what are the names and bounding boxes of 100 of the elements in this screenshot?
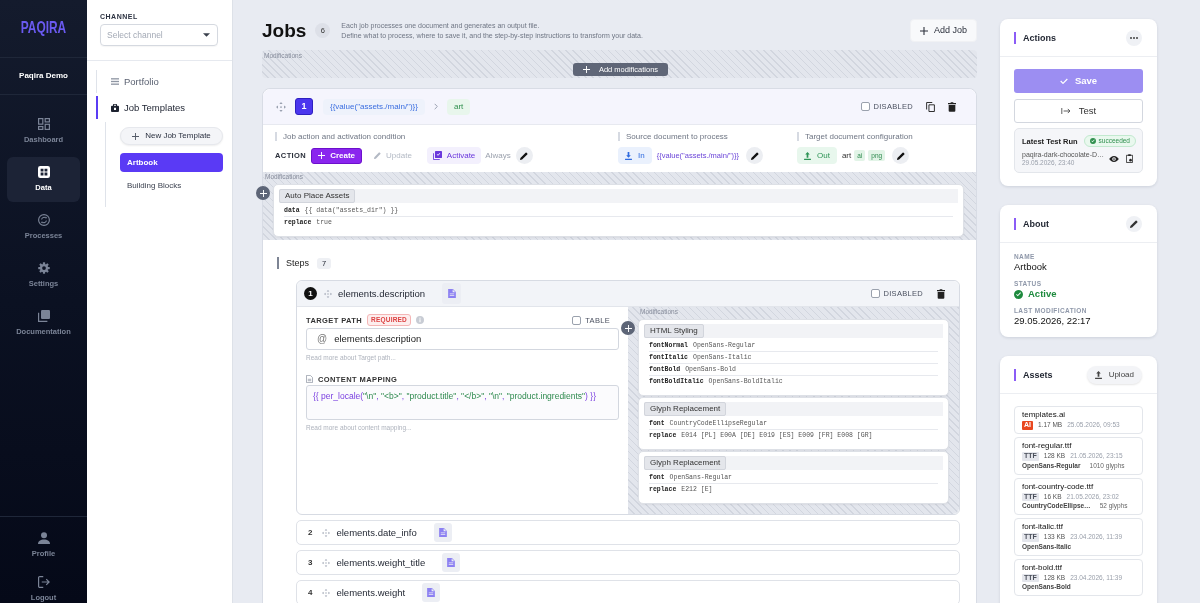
section-title: Job action and activation condition (275, 132, 618, 141)
section-title: Source document to process (618, 132, 797, 141)
briefcase-icon (111, 103, 119, 112)
document-icon (447, 558, 456, 567)
tree-item[interactable]: Portfolio (96, 70, 232, 93)
table-icon (37, 166, 50, 178)
copy-icon[interactable] (926, 101, 935, 112)
step-row[interactable]: 2 elements.date_info (296, 520, 960, 545)
file-name: templates.ai (1022, 410, 1067, 420)
test-button[interactable]: Test (1014, 99, 1143, 123)
edit-button[interactable] (892, 147, 910, 164)
mapping-button[interactable] (422, 583, 441, 602)
step-row[interactable]: 3 elements.weight_title (296, 550, 960, 575)
mapping-button[interactable] (442, 553, 461, 572)
document-icon (438, 528, 447, 537)
refresh-icon (37, 214, 50, 226)
target-name: art (841, 150, 852, 161)
modification-tag: HTML Styling (644, 324, 704, 338)
check-square-icon (432, 151, 442, 160)
settings-icon (37, 262, 50, 274)
step-name: elements.date_info (336, 526, 417, 539)
add-job-button[interactable]: Add Job (909, 19, 977, 42)
activate-toggle[interactable]: Activate (426, 147, 482, 164)
upload-icon (804, 151, 811, 160)
plus-icon (582, 66, 590, 73)
file-name: font-bold.ttf (1022, 562, 1064, 572)
logout-icon (37, 576, 50, 588)
modification-tag: Glyph Replacement (644, 456, 727, 470)
step-number: 3 (308, 557, 313, 568)
eye-icon[interactable] (1109, 155, 1119, 162)
section-title: Target document configuration (797, 132, 964, 141)
step-number: 1 (304, 287, 317, 300)
plus-icon (259, 189, 267, 197)
more-button[interactable] (1126, 29, 1142, 46)
template-item[interactable]: Artbook (120, 153, 223, 172)
input-button[interactable]: In (618, 147, 652, 164)
mapping-button[interactable] (442, 283, 462, 304)
target-path-field[interactable]: @ elements.description (306, 328, 619, 350)
upload-button[interactable]: Upload (1086, 365, 1142, 384)
plus-icon (318, 152, 326, 159)
plus-icon (132, 132, 140, 140)
step-number: 4 (308, 587, 313, 598)
add-modification-button[interactable] (256, 186, 270, 200)
condition-label: Always (485, 150, 511, 161)
trash-icon[interactable] (948, 101, 956, 112)
output-button[interactable]: Out (797, 147, 837, 164)
trash-icon[interactable] (937, 288, 945, 299)
page-title: Jobs (262, 21, 307, 40)
card-title: About (1014, 217, 1049, 230)
section-title: Steps (277, 257, 309, 269)
prefix-label: @ (317, 333, 328, 345)
new-template-button[interactable]: New Job Template (120, 127, 223, 145)
action-option[interactable]: Create (311, 147, 363, 164)
edit-button[interactable] (1126, 215, 1142, 232)
source-chip: {{value("assets./main/")}} (323, 98, 425, 115)
modification-tag: Auto Place Assets (279, 189, 356, 203)
step-name: elements.description (338, 287, 426, 300)
content-mapping-field[interactable]: {{ per_locale("\n", "<b>", "product.title", "</b>", "\n", "product.ingredients") }} (306, 385, 619, 420)
workspace-name: Paqira Demo (19, 71, 68, 81)
list-icon (111, 78, 119, 85)
step-name: elements.weight (336, 586, 406, 599)
check-icon (1059, 78, 1068, 84)
plus-icon (919, 26, 928, 35)
add-modification-button[interactable] (621, 321, 635, 335)
upload-icon (1094, 370, 1102, 379)
info-icon (416, 316, 424, 324)
mapping-button[interactable] (433, 523, 452, 542)
grid-icon (37, 118, 50, 130)
plus-icon (624, 324, 632, 332)
step-row[interactable]: 4 elements.weight (296, 580, 960, 603)
pencil-icon (520, 151, 529, 160)
pencil-icon (1130, 219, 1138, 228)
modification-tag: Glyph Replacement (644, 402, 727, 416)
arrow-icon (1060, 108, 1071, 114)
tree-item[interactable]: Job Templates (96, 96, 232, 119)
template-item[interactable]: Building Blocks (120, 176, 223, 195)
edit-button[interactable] (515, 147, 533, 164)
edit-button[interactable] (746, 147, 764, 164)
file-name: font-country-code.ttf (1022, 481, 1095, 491)
caret-icon (203, 33, 210, 37)
card-title: Assets (1014, 368, 1053, 381)
field-value: Artbook (1014, 261, 1048, 273)
file-name: font-italic.ttf (1022, 522, 1064, 532)
more-icon (1130, 36, 1138, 39)
person-icon (37, 532, 50, 544)
logo: PAQIRA (20, 18, 67, 39)
step-number: 2 (308, 527, 313, 538)
card-title: Actions (1014, 31, 1056, 44)
table-checkbox[interactable] (572, 315, 582, 325)
document-icon (306, 375, 313, 383)
document-icon (447, 289, 456, 298)
status-value: Active (1028, 288, 1057, 300)
chevron-icon (433, 103, 438, 110)
clipboard-icon[interactable] (1126, 154, 1133, 163)
job-number: 1 (295, 98, 313, 115)
pages-icon (37, 310, 50, 322)
field-value: 29.05.2026, 22:17 (1014, 315, 1092, 327)
pencil-icon (750, 151, 759, 160)
download-icon (625, 151, 632, 160)
step-name: elements.weight_title (336, 556, 426, 569)
